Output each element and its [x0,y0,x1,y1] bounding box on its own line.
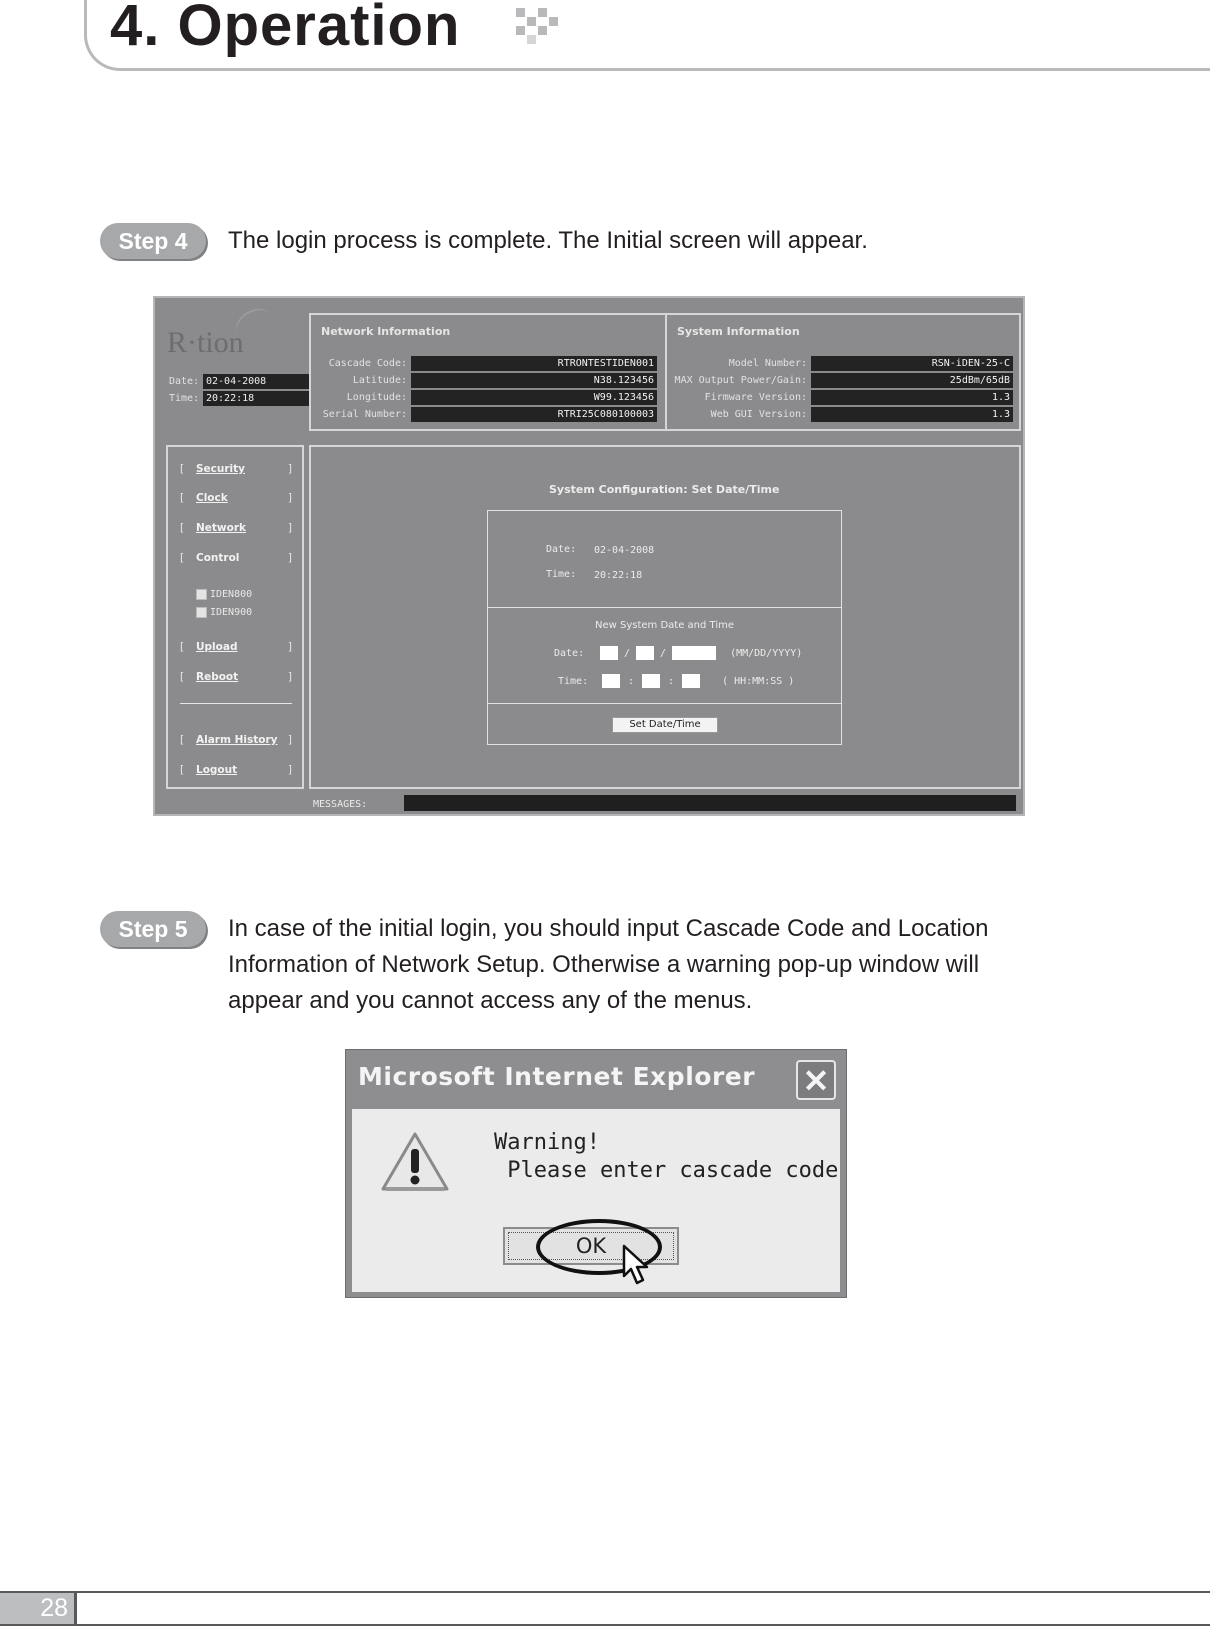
step-5-line-3: appear and you cannot access any of the … [228,987,753,1014]
warning-dialog: Microsoft Internet Explorer ✕ Warning! P… [345,1049,847,1298]
system-info-rows: Model Number: RSN-iDEN-25-C MAX Output Po… [671,355,1013,423]
dialog-title: Microsoft Internet Explorer [358,1062,756,1091]
warning-icon [381,1132,449,1191]
nav-reboot[interactable]: [Reboot] [180,671,292,685]
checkbox-box[interactable] [196,589,207,600]
nav-network[interactable]: [Network] [180,522,292,536]
web-gui-screenshot: R·tion Date: 02-04-2008 Time: 20:22:18 Net… [153,296,1025,816]
latitude-row: Latitude: N38.123456 [315,372,657,388]
longitude-value: W99.123456 [411,389,657,405]
header-date: Date: 02-04-2008 [169,374,309,389]
max-output-row: MAX Output Power/Gain: 25dBm/65dB [671,372,1013,388]
latitude-value: N38.123456 [411,372,657,388]
current-date-value: 02-04-2008 [594,545,655,556]
rtion-logo: R·tion [167,326,244,359]
nav-upload[interactable]: [Upload] [180,641,292,655]
set-date-time-button[interactable]: Set Date/Time [612,717,718,733]
longitude-row: Longitude: W99.123456 [315,389,657,405]
current-datetime-box: Date: 02-04-2008 Time: 20:22:18 [487,510,842,608]
model-number-value: RSN-iDEN-25-C [811,355,1013,371]
current-time-value: 20:22:18 [594,570,643,581]
chapter-title: 4. Operation [110,0,461,58]
serial-number-value: RTRI25C080100003 [411,406,657,422]
step-5-line-1: In case of the initial login, you should… [228,915,989,942]
firmware-version-value: 1.3 [811,389,1013,405]
messages-bar [404,795,1016,811]
month-input[interactable] [600,646,618,660]
checkbox-box[interactable] [196,607,207,618]
close-button[interactable]: ✕ [796,1060,836,1100]
config-title: System Configuration: Set Date/Time [549,483,780,496]
warning-text: Please enter cascade code [494,1158,839,1183]
network-info-rows: Cascade Code: RTRONTESTIDEN001 Latitude: N… [315,355,657,423]
footer-rule-top [0,1591,1210,1593]
nav-clock[interactable]: [Clock] [180,492,292,506]
web-gui-version-row: Web GUI Version: 1.3 [671,406,1013,422]
new-datetime-title: New System Date and Time [594,620,734,631]
nav-security[interactable]: [Security] [180,463,292,477]
new-date-row: Date: / / (MM/DD/YYYY) [554,646,803,660]
header-time: Time: 20:22:18 [169,391,309,406]
step-4-badge: Step 4 [100,223,206,259]
nav-logout[interactable]: [Logout] [180,764,292,778]
nav-control[interactable]: [Control] [180,552,292,566]
messages-label: MESSAGES: [313,799,368,810]
network-information-title: Network Information [321,325,451,338]
cascade-code-row: Cascade Code: RTRONTESTIDEN001 [315,355,657,371]
nav-divider [180,703,292,704]
max-output-value: 25dBm/65dB [811,372,1013,388]
second-input[interactable] [682,674,701,688]
cascade-code-value: RTRONTESTIDEN001 [411,355,657,371]
new-datetime-box: New System Date and Time Date: / / (MM/D… [487,607,842,704]
dialog-message: Warning! Please enter cascade code [494,1129,838,1185]
config-panel: System Configuration: Set Date/Time Date… [309,445,1021,789]
model-number-row: Model Number: RSN-iDEN-25-C [671,355,1013,371]
step-5-badge: Step 5 [100,911,206,947]
checkbox-iden800[interactable]: IDEN800 [196,589,252,600]
footer-separator [74,1593,77,1624]
new-time-row: Time: : : ( HH:MM:SS ) [558,674,795,688]
set-button-box: Set Date/Time [487,703,842,745]
mouse-pointer-icon [622,1244,649,1285]
network-information-panel: Network Information Cascade Code: RTRONTE… [309,313,666,431]
day-input[interactable] [636,646,655,660]
sidebar-nav: [Security] [Clock] [Network] [Control] I… [166,445,304,789]
system-information-panel: System Information Model Number: RSN-iDEN… [665,313,1021,431]
system-information-title: System Information [677,325,800,338]
nav-alarm-history[interactable]: [Alarm History] [180,734,292,748]
minute-input[interactable] [642,674,661,688]
warning-heading: Warning! [494,1130,600,1155]
header-time-value: 20:22:18 [203,391,309,406]
web-gui-version-value: 1.3 [811,406,1013,422]
hour-input[interactable] [602,674,620,688]
page-number: 28 [0,1593,74,1624]
serial-number-row: Serial Number: RTRI25C080100003 [315,406,657,422]
year-input[interactable] [672,646,717,660]
firmware-version-row: Firmware Version: 1.3 [671,389,1013,405]
chevron-dots-icon [516,8,568,44]
step-5-line-2: Information of Network Setup. Otherwise … [228,951,980,978]
step-4-text: The login process is complete. The Initi… [228,227,868,254]
header-date-value: 02-04-2008 [203,374,309,389]
checkbox-iden900[interactable]: IDEN900 [196,607,252,618]
